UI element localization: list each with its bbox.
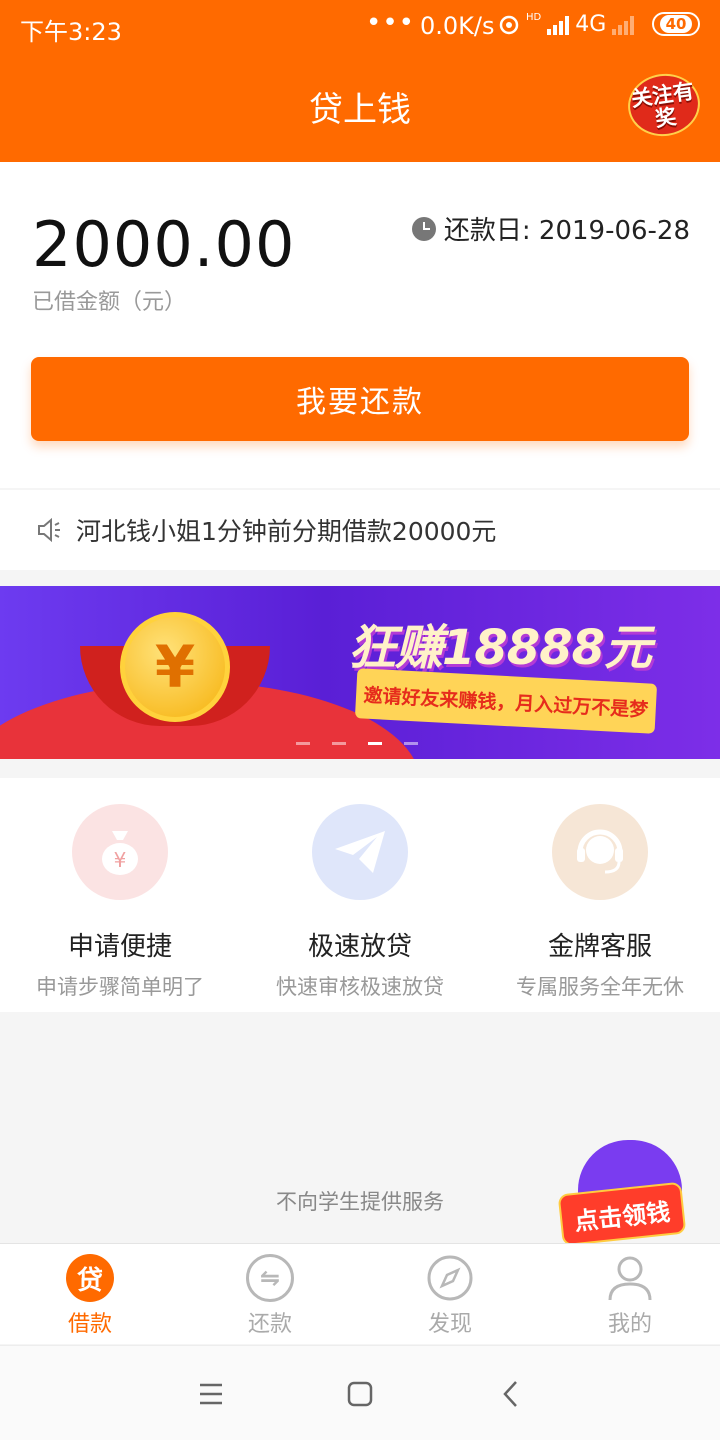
signal-strength-icon [547,15,570,35]
repayment-date: 还款日: 2019-06-28 [411,210,690,247]
paper-plane-icon [312,804,408,900]
loan-summary-card: 2000.00 已借金额（元） 还款日: 2019-06-28 我要还款 [0,162,720,488]
tab-label: 还款 [247,1312,292,1337]
tab-label: 我的 [607,1312,652,1337]
claim-money-float-button[interactable]: 点击领钱 [557,1140,692,1247]
battery-level: 40 [659,15,693,33]
clock-icon [411,216,436,241]
hotspot-icon [499,15,519,34]
feature-title: 金牌客服 [547,932,652,962]
feature-gold-service: 金牌客服 专属服务全年无休 [480,804,720,1001]
bottom-tab-bar: 贷 借款 ⇋ 还款 发现 我的 [0,1243,720,1344]
compass-icon [426,1254,474,1302]
money-bag-icon: ¥ [72,804,168,900]
notice-text: 河北钱小姐1分钟前分期借款20000元 [76,517,497,546]
system-navigation-bar [0,1345,720,1440]
repayment-date-text: 还款日: 2019-06-28 [443,216,690,246]
signal-strength-secondary-icon [612,15,635,35]
svg-text:¥: ¥ [114,848,127,872]
promo-banner[interactable]: ¥ 狂赚18888元 邀请好友来赚钱，月入过万不是梦 [0,586,720,759]
banner-ribbon: 邀请好友来赚钱，月入过万不是梦 [354,668,658,734]
network-speed: 0.0K/s [420,12,495,40]
coin-icon: ¥ [120,612,230,722]
hd-label: HD [526,12,542,23]
banner-dot[interactable] [404,742,418,745]
app-header: 贷上钱 关注有奖 [0,52,720,162]
feature-title: 申请便捷 [67,932,172,962]
banner-dot-active[interactable] [368,742,382,745]
user-icon [606,1254,654,1302]
loan-notice-bar: 河北钱小姐1分钟前分期借款20000元 [0,490,720,570]
home-icon[interactable] [345,1380,375,1408]
tab-discover[interactable]: 发现 [360,1254,540,1338]
borrowed-amount-label: 已借金额（元） [32,290,187,315]
claim-money-label: 点击领钱 [557,1181,687,1247]
feature-subtitle: 专属服务全年无休 [516,975,684,999]
feature-title: 极速放贷 [307,932,412,962]
borrowed-amount: 2000.00 [32,208,296,281]
tab-label: 发现 [427,1312,472,1337]
tab-mine[interactable]: 我的 [540,1254,720,1338]
status-bar: 下午3:23 ••• 0.0K/s HD 4G 40 [0,0,720,52]
feature-subtitle: 快速审核极速放贷 [276,975,444,999]
tab-repay[interactable]: ⇋ 还款 [180,1254,360,1338]
speaker-icon [38,517,60,543]
repay-icon: ⇋ [246,1254,294,1302]
banner-headline: 狂赚18888元 [348,620,652,676]
loan-icon: 贷 [66,1254,114,1302]
menu-icon[interactable] [196,1380,226,1408]
banner-dot[interactable] [332,742,346,745]
headset-agent-icon [552,804,648,900]
back-icon[interactable] [496,1380,526,1408]
banner-pagination [296,742,418,745]
feature-fast-loan: 极速放贷 快速审核极速放贷 [240,804,480,1001]
more-notifications-icon: ••• [366,8,416,38]
network-type: 4G [575,12,607,37]
status-time: 下午3:23 [20,18,122,46]
battery-icon: 40 [652,12,700,36]
feature-subtitle: 申请步骤简单明了 [36,975,204,999]
page-title: 贷上钱 [309,90,411,130]
feature-easy-apply: ¥ 申请便捷 申请步骤简单明了 [0,804,240,1001]
banner-dot[interactable] [296,742,310,745]
feature-highlights: ¥ 申请便捷 申请步骤简单明了 极速放贷 快速审核极速放贷 金牌客服 专属服务全… [0,778,720,1012]
tab-loan[interactable]: 贷 借款 [0,1254,180,1338]
tab-label: 借款 [67,1312,112,1337]
repay-button[interactable]: 我要还款 [31,357,689,441]
status-icons: HD 4G [498,12,635,37]
